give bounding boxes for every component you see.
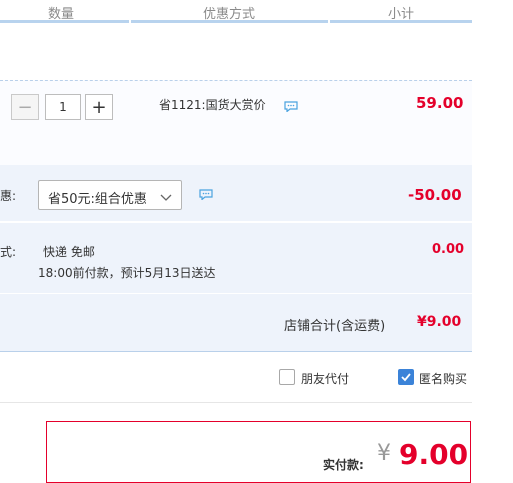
friend-pay-label[interactable]: 朋友代付 bbox=[301, 370, 349, 387]
header-underline bbox=[0, 20, 472, 23]
quantity-minus-button[interactable]: − bbox=[11, 94, 39, 120]
payment-label: 实付款: bbox=[323, 458, 364, 472]
store-total-row: 店铺合计(含运费) ¥9.00 bbox=[0, 293, 472, 352]
store-total-label: 店铺合计(含运费) bbox=[284, 319, 386, 334]
anonymous-checkbox[interactable] bbox=[398, 369, 414, 385]
payment-currency: ¥ bbox=[377, 441, 391, 466]
checkbox-unchecked[interactable] bbox=[279, 369, 295, 385]
item-row: − 1 + 省1121:国货大赏价 59.00 bbox=[0, 80, 472, 165]
shipping-method: 快递 免邮 bbox=[43, 245, 95, 259]
check-icon bbox=[401, 373, 411, 382]
header-divider bbox=[328, 20, 330, 23]
item-discount-text: 省1121:国货大赏价 bbox=[159, 98, 266, 112]
combo-discount-select[interactable]: 省50元:组合优惠 bbox=[38, 180, 182, 210]
shipping-row: 式: 快递 免邮 18:00前付款，预计5月13日送达 0.00 bbox=[0, 222, 472, 293]
chat-bubble-icon[interactable] bbox=[284, 101, 298, 115]
chat-bubble-icon[interactable] bbox=[199, 189, 213, 203]
divider bbox=[0, 402, 472, 403]
shipping-label: 式: bbox=[0, 245, 17, 259]
shipping-note: 18:00前付款，预计5月13日送达 bbox=[38, 266, 216, 280]
payment-amount: 9.00 bbox=[399, 438, 469, 471]
store-total-amount: ¥9.00 bbox=[417, 314, 462, 330]
checkbox-checked[interactable] bbox=[398, 369, 414, 385]
quantity-input[interactable]: 1 bbox=[45, 94, 81, 120]
combo-selected-value: 省50元:组合优惠 bbox=[48, 192, 147, 207]
header-divider bbox=[129, 20, 131, 23]
shipping-amount: 0.00 bbox=[432, 242, 465, 257]
payment-summary: 实付款: ¥ 9.00 bbox=[46, 421, 471, 483]
friend-pay-checkbox[interactable] bbox=[279, 369, 295, 385]
combo-discount-row: 惠: 省50元:组合优惠 -50.00 bbox=[0, 165, 472, 221]
anonymous-label[interactable]: 匿名购买 bbox=[419, 370, 472, 387]
item-price: 59.00 bbox=[416, 94, 464, 112]
quantity-plus-button[interactable]: + bbox=[85, 94, 113, 120]
table-header: 数量 优惠方式 小计 bbox=[0, 0, 472, 22]
combo-label: 惠: bbox=[0, 189, 17, 203]
combo-amount: -50.00 bbox=[408, 186, 462, 204]
chevron-down-icon bbox=[160, 191, 172, 205]
